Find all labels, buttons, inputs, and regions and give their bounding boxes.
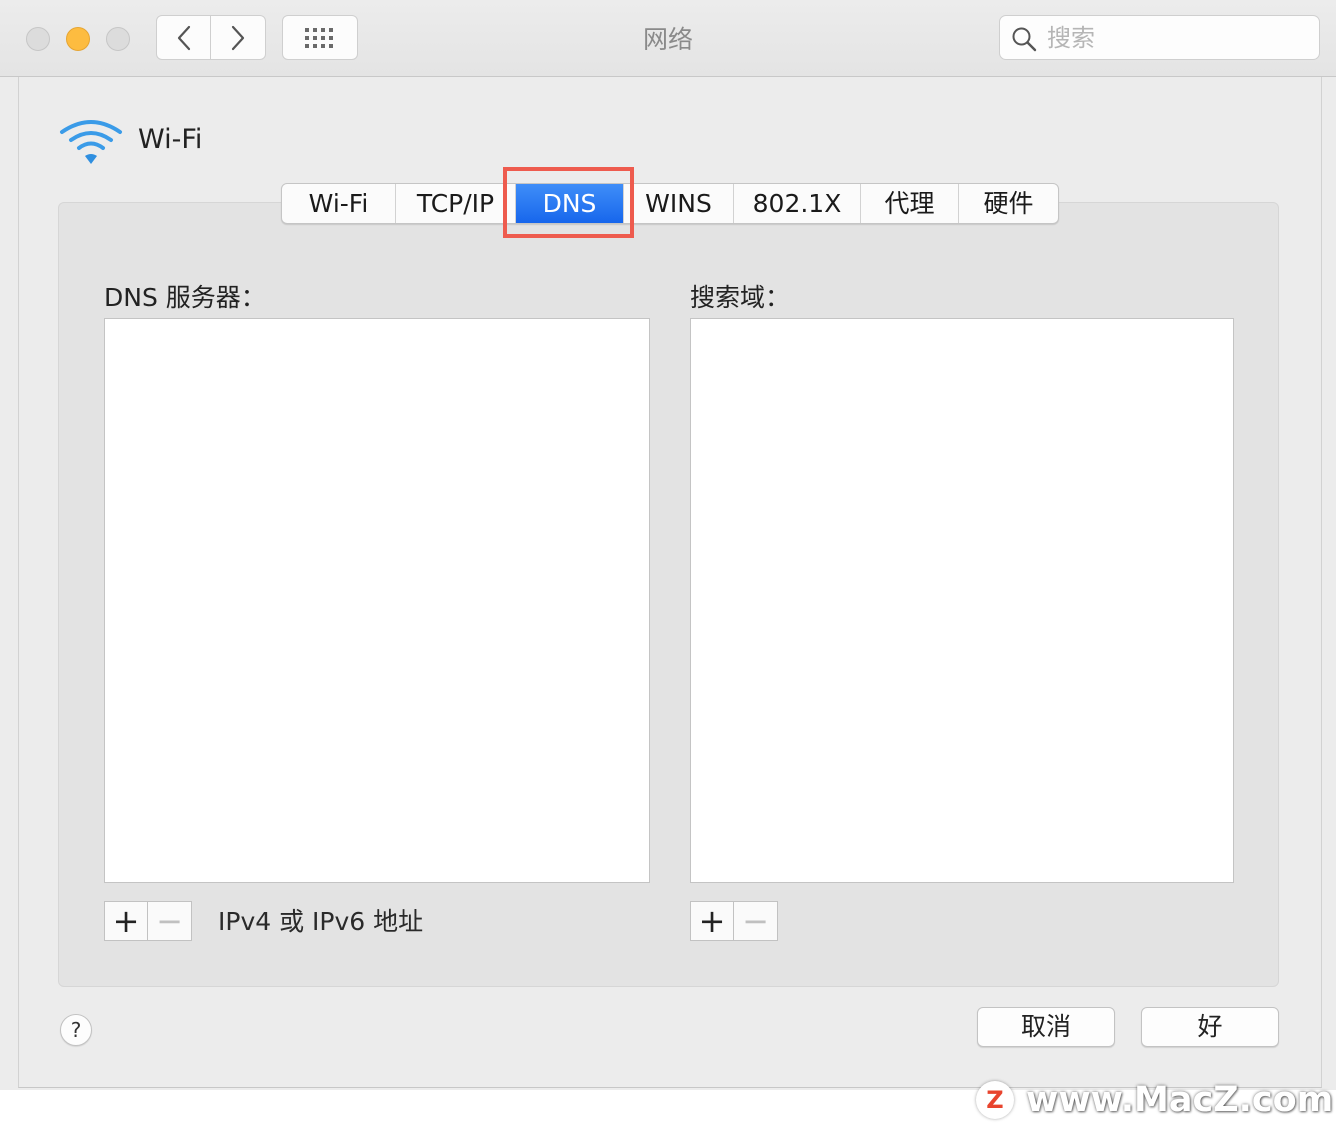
watermark: Z www.MacZ.com [976,1080,1333,1120]
show-all-button[interactable] [282,15,358,60]
close-window-button[interactable] [26,27,50,51]
watermark-text: www.MacZ.com [1026,1080,1334,1120]
forward-button[interactable] [210,15,266,60]
tab-8021x[interactable]: 802.1X [734,184,861,223]
dns-servers-label: DNS 服务器： [104,283,266,312]
tab-hardware[interactable]: 硬件 [959,184,1058,223]
search-box[interactable] [999,15,1320,60]
tab-wins[interactable]: WINS [624,184,734,223]
grid-icon [305,27,333,48]
macz-logo-icon: Z [976,1081,1014,1119]
dns-servers-controls: + − [104,901,192,941]
search-domains-controls: + − [690,901,778,941]
dns-servers-list[interactable] [104,318,650,883]
tab-bar: Wi-Fi TCP/IP DNS WINS 802.1X 代理 硬件 [281,183,1059,224]
search-domains-list[interactable] [690,318,1234,883]
chevron-right-icon [231,25,245,50]
back-button[interactable] [156,15,211,60]
search-icon [1012,27,1037,52]
tab-wifi[interactable]: Wi-Fi [282,184,396,223]
search-input[interactable] [1045,22,1309,54]
search-domains-label: 搜索域： [690,283,791,312]
add-search-domain-button[interactable]: + [690,901,734,941]
remove-dns-server-button[interactable]: − [148,901,192,941]
cancel-button[interactable]: 取消 [977,1007,1115,1047]
minimize-window-button[interactable] [66,27,90,51]
dns-servers-hint: IPv4 或 IPv6 地址 [218,907,424,936]
title-bar: 网络 [0,0,1336,77]
ok-button[interactable]: 好 [1141,1007,1279,1047]
highlight-annotation [503,167,634,238]
tab-proxy[interactable]: 代理 [861,184,959,223]
add-dns-server-button[interactable]: + [104,901,148,941]
remove-search-domain-button[interactable]: − [734,901,778,941]
wifi-icon [60,120,122,164]
help-button[interactable]: ? [60,1014,92,1046]
network-preferences-window: 网络 Wi-Fi Wi-Fi TCP/IP DNS WINS 802.1X 代理… [0,0,1336,1090]
zoom-window-button[interactable] [106,27,130,51]
window-title: 网络 [642,25,693,54]
chevron-left-icon [177,25,190,50]
tab-tcpip[interactable]: TCP/IP [396,184,516,223]
interface-name: Wi-Fi [138,124,203,155]
